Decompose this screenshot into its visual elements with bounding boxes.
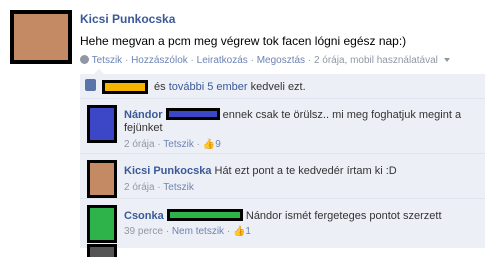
comment-time: 2 órája bbox=[124, 139, 155, 150]
comment-meta: 39 perce · Nem tetszik · 👍1 bbox=[124, 226, 251, 237]
comment-author[interactable]: Kicsi Punkocska bbox=[124, 165, 211, 177]
comment-item: Kicsi Punkocska Hát ezt pont a te kedved… bbox=[80, 154, 485, 199]
comment-like-link[interactable]: Tetszik bbox=[163, 182, 194, 193]
comment-avatar[interactable] bbox=[87, 105, 117, 143]
feedback-panel: és további 5 ember kedveli ezt. Nándor e… bbox=[80, 69, 485, 257]
comment-like-count[interactable]: 9 bbox=[215, 139, 221, 150]
post-comment-link[interactable]: Hozzászólok bbox=[131, 55, 188, 66]
post-unsubscribe-link[interactable]: Leiratkozás bbox=[197, 55, 248, 66]
thumbs-up-icon: 👍 bbox=[232, 226, 246, 237]
redacted-name bbox=[165, 108, 220, 120]
comment-avatar[interactable] bbox=[87, 160, 117, 198]
comment-like-count[interactable]: 1 bbox=[245, 226, 251, 237]
comment-like-link[interactable]: Tetszik bbox=[163, 139, 194, 150]
likes-suffix: kedveli ezt. bbox=[250, 81, 306, 93]
comment-time: 39 perce bbox=[124, 226, 163, 237]
comment-avatar[interactable] bbox=[87, 205, 117, 243]
post-text: Hehe megvan a pcm meg végrew tok facen l… bbox=[80, 34, 407, 48]
comment-avatar[interactable] bbox=[87, 244, 117, 257]
comment-meta: 2 órája · Tetszik · 👍9 bbox=[124, 139, 221, 150]
comment-body: Nándor ennek csak te örülsz.. mi meg fog… bbox=[124, 108, 479, 135]
comment-item: Csonka Nándor ismét fergeteges pontot sz… bbox=[80, 199, 485, 243]
post-share-link[interactable]: Megosztás bbox=[257, 55, 305, 66]
comment-body: Csonka Nándor ismét fergeteges pontot sz… bbox=[124, 209, 442, 222]
likes-row: és további 5 ember kedveli ezt. bbox=[80, 74, 485, 99]
post-meta: Tetszik · Hozzászólok · Leiratkozás · Me… bbox=[80, 55, 450, 66]
comment-author[interactable]: Csonka bbox=[124, 210, 164, 222]
comment-time: 2 órája bbox=[124, 182, 155, 193]
comment-text: Nándor ismét fergeteges pontot szerzett bbox=[245, 210, 442, 222]
likes-others-link[interactable]: további 5 ember bbox=[169, 81, 248, 93]
comment-text-cont: fejünket bbox=[124, 122, 163, 134]
likes-text: és további 5 ember kedveli ezt. bbox=[154, 81, 306, 93]
post-author-name[interactable]: Kicsi Punkocska bbox=[80, 12, 175, 26]
redacted-name bbox=[166, 209, 243, 221]
thumbs-up-icon: 👍 bbox=[202, 139, 216, 150]
globe-icon bbox=[80, 55, 89, 64]
post-author-avatar[interactable] bbox=[10, 10, 72, 64]
comment-item: Nándor ennek csak te örülsz.. mi meg fog… bbox=[80, 99, 485, 154]
comment-author[interactable]: Nándor bbox=[124, 109, 163, 121]
comment-body: Kicsi Punkocska Hát ezt pont a te kedved… bbox=[124, 165, 397, 177]
thumbs-up-icon bbox=[85, 79, 96, 91]
post-timestamp: 2 órája, mobil használatával bbox=[313, 55, 438, 66]
likes-prefix: és bbox=[154, 81, 166, 93]
chevron-down-icon[interactable] bbox=[443, 58, 450, 62]
comment-text: ennek csak te örülsz.. mi meg foghatjuk … bbox=[222, 109, 462, 121]
comment-meta: 2 órája · Tetszik bbox=[124, 182, 194, 193]
comment-unlike-link[interactable]: Nem tetszik bbox=[172, 226, 224, 237]
post-like-link[interactable]: Tetszik bbox=[92, 55, 123, 66]
comment-text: Hát ezt pont a te kedvedér írtam ki :D bbox=[214, 165, 397, 177]
redacted-likers bbox=[102, 80, 148, 94]
